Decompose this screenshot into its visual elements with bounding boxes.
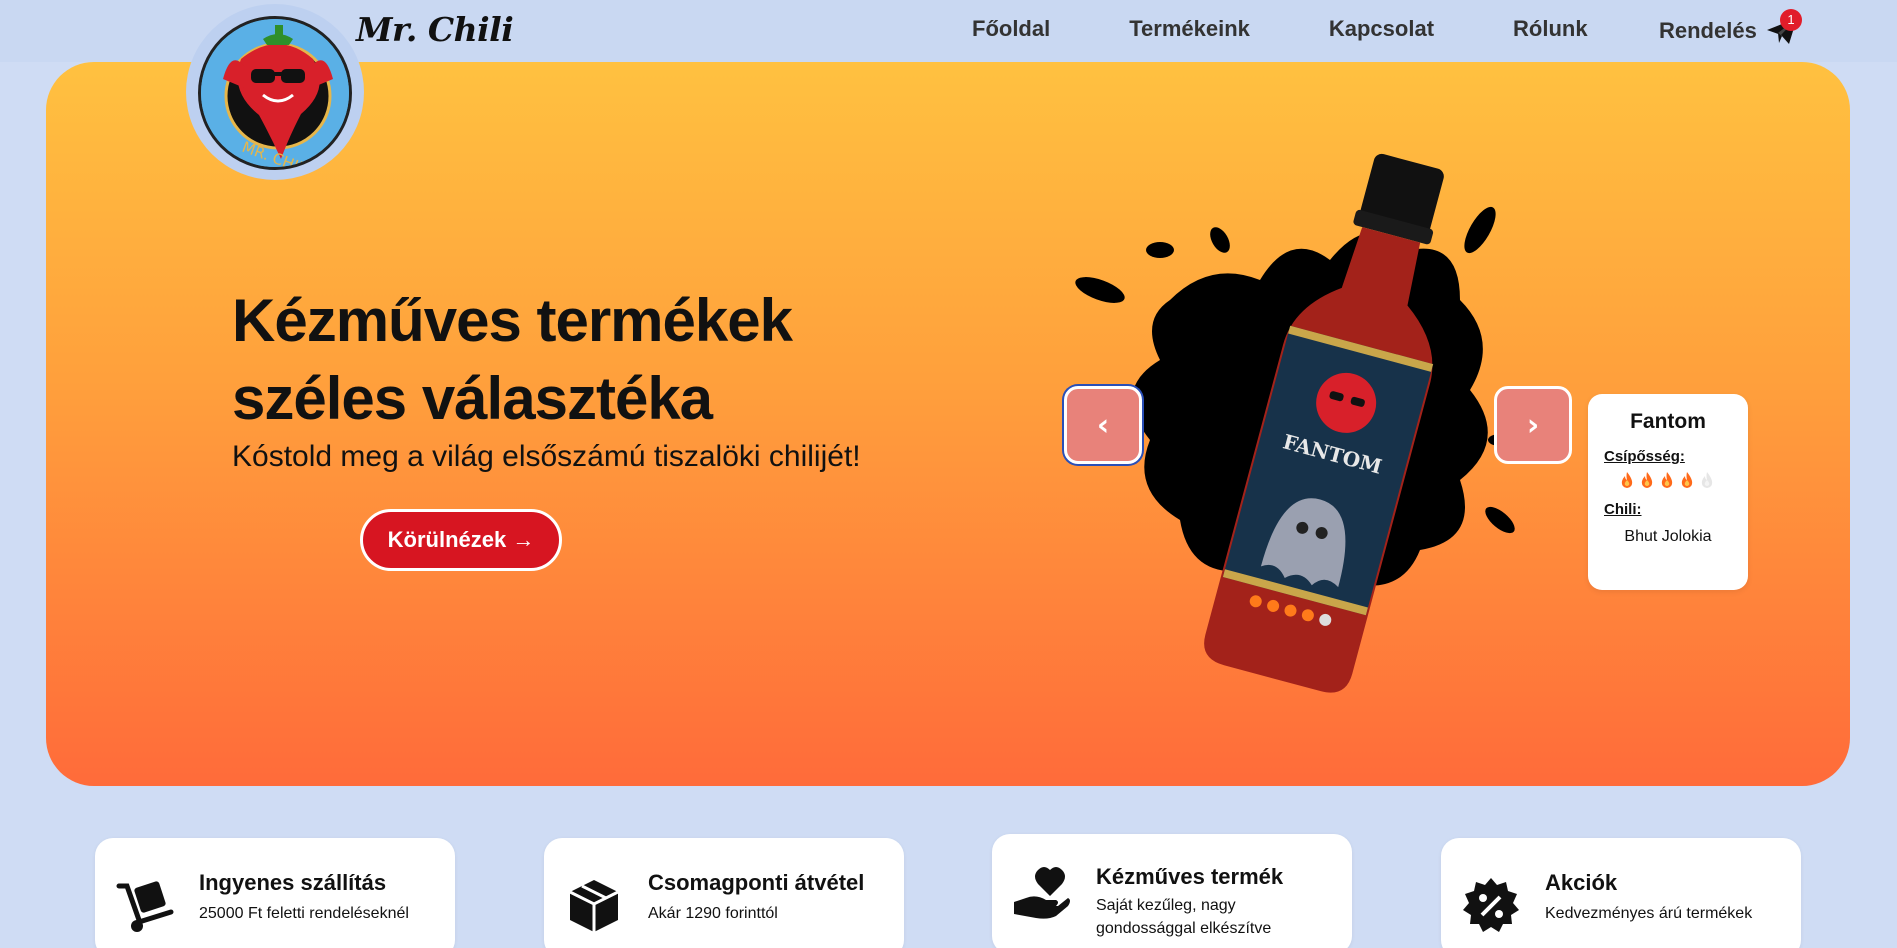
brand-logo[interactable]: MR. CHILI (186, 4, 364, 180)
logo-emblem: MR. CHILI (198, 16, 352, 170)
explore-button[interactable]: Körülnézek → (360, 509, 562, 571)
feature-desc: Saját kezűleg, nagy gondossággal elkészí… (1096, 897, 1272, 937)
nav-home[interactable]: Főoldal (972, 16, 1050, 42)
flame-icon-filled (1678, 471, 1696, 489)
feature-card-sales: Akciók Kedvezményes árú termékek (1441, 838, 1801, 948)
nav-about[interactable]: Rólunk (1513, 16, 1588, 42)
feature-desc: Kedvezményes árú termékek (1545, 905, 1753, 922)
flame-icon-empty (1698, 471, 1716, 489)
hero-subtitle: Kóstold meg a világ elsőszámú tiszalöki … (232, 440, 861, 473)
chili-label: Chili: (1604, 501, 1642, 518)
flame-icon-filled (1638, 471, 1656, 489)
flame-icon-filled (1658, 471, 1676, 489)
feature-desc: 25000 Ft feletti rendeléseknél (199, 905, 409, 922)
nav-contact[interactable]: Kapcsolat (1329, 16, 1434, 42)
product-info-card: Fantom Csípősség: Chili: Bhut Jolokia (1588, 394, 1748, 590)
hand-heart-icon (1012, 864, 1072, 924)
feature-card-pickup: Csomagponti átvétel Akár 1290 forinttól (544, 838, 904, 948)
order-link[interactable]: Rendelés (1659, 16, 1799, 46)
feature-title: Csomagponti átvétel (648, 870, 865, 895)
feature-card-handmade: Kézműves termék Saját kezűleg, nagy gond… (992, 834, 1352, 948)
heat-label: Csípősség: (1604, 448, 1685, 465)
hand-truck-icon (115, 876, 175, 936)
carousel-next-button[interactable]: › (1494, 386, 1572, 464)
chili-value: Bhut Jolokia (1624, 528, 1712, 545)
feature-title: Ingyenes szállítás (199, 870, 387, 895)
package-icon (564, 876, 624, 936)
feature-title: Kézműves termék (1096, 864, 1284, 889)
carousel-prev-button[interactable]: ‹ (1064, 386, 1142, 464)
flame-icon-filled (1618, 471, 1636, 489)
heat-rating (1604, 471, 1732, 489)
discount-badge-icon (1461, 876, 1521, 936)
feature-card-free-shipping: Ingyenes szállítás 25000 Ft feletti rend… (95, 838, 455, 948)
feature-desc: Akár 1290 forinttól (648, 905, 778, 922)
nav-products[interactable]: Termékeink (1129, 16, 1250, 42)
cart-count-badge: 1 (1780, 9, 1802, 31)
product-name: Fantom (1630, 410, 1706, 433)
hero-title: Kézműves termékek széles választéka (232, 287, 793, 432)
brand-name[interactable]: Mr. Chili (356, 10, 514, 49)
main-nav: Főoldal Termékeink Kapcsolat Rólunk (972, 16, 1588, 42)
order-label: Rendelés (1659, 18, 1757, 43)
feature-title: Akciók (1545, 870, 1618, 895)
